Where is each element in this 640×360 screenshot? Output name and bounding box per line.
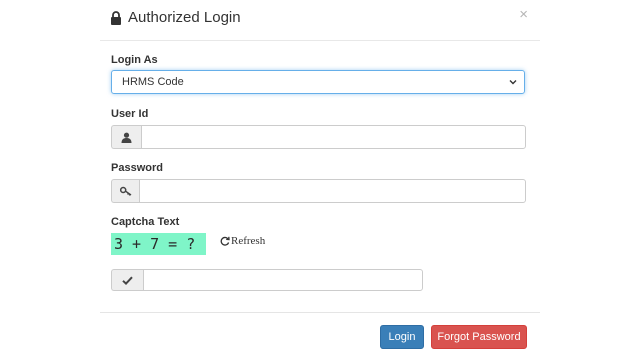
check-icon: [111, 269, 143, 291]
login-button[interactable]: Login: [380, 325, 424, 349]
login-as-label: Login As: [111, 54, 158, 66]
modal-header: Authorized Login ×: [100, 0, 540, 41]
close-icon[interactable]: ×: [519, 6, 528, 23]
password-label: Password: [111, 162, 163, 174]
refresh-captcha-button[interactable]: Refresh: [220, 235, 265, 247]
modal-title: Authorized Login: [110, 9, 241, 26]
user-id-input[interactable]: [141, 125, 526, 149]
refresh-label: Refresh: [231, 235, 266, 247]
captcha-image: 3 + 7 = ?: [111, 233, 206, 255]
footer-divider: [100, 312, 540, 313]
user-id-label: User Id: [111, 108, 149, 120]
login-as-selected: HRMS Code: [122, 76, 184, 88]
login-as-select[interactable]: HRMS Code: [111, 70, 525, 94]
password-input[interactable]: [139, 179, 526, 203]
modal-title-text: Authorized Login: [128, 9, 241, 26]
user-id-group: [111, 125, 526, 149]
captcha-label: Captcha Text: [111, 216, 180, 228]
user-icon: [111, 125, 141, 149]
captcha-answer-group: [111, 269, 423, 293]
password-group: [111, 179, 526, 203]
key-icon: [111, 179, 139, 203]
forgot-password-button[interactable]: Forgot Password: [431, 325, 527, 349]
login-modal: Authorized Login × Login As HRMS Code Us…: [100, 0, 540, 360]
refresh-icon: [220, 236, 230, 246]
chevron-down-icon: [508, 77, 518, 87]
lock-icon: [110, 10, 122, 25]
captcha-answer-input[interactable]: [143, 269, 423, 291]
